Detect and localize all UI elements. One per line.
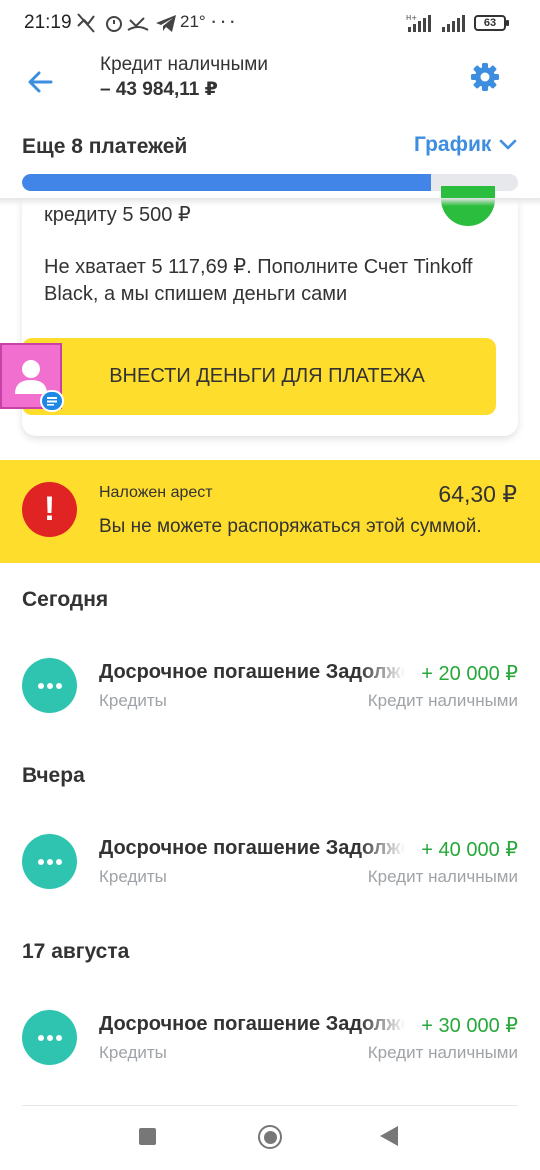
operation-title[interactable]: Досрочное погашение Задолженности [99, 661, 405, 684]
section-date: 17 августа [22, 940, 130, 963]
operation-title[interactable]: Досрочное погашение Задолженности [99, 837, 405, 860]
signal-1-icon: H+ [406, 14, 431, 32]
status-more-icon: ··· [210, 8, 238, 33]
back-button[interactable] [18, 60, 62, 104]
user-avatar-icon [15, 360, 47, 394]
mute-icon [77, 13, 95, 33]
operation-category: Кредиты [99, 691, 167, 710]
operation-amount: + 20 000 ₽ [421, 663, 518, 685]
arrow-left-icon [28, 71, 53, 93]
arrest-description: Вы не можете распоряжаться этой суммой. [99, 516, 482, 537]
section-date: Сегодня [22, 588, 109, 611]
operation-icon [22, 834, 77, 889]
operation-amount: + 30 000 ₽ [421, 1015, 518, 1037]
app-header [0, 46, 540, 116]
nav-back-button[interactable] [380, 1126, 398, 1146]
deposit-money-button[interactable]: ВНЕСТИ ДЕНЬГИ ДЛЯ ПЛАТЕЖА [22, 338, 496, 415]
payments-remaining: Еще 8 платежей [22, 135, 188, 158]
payments-progress-fill [22, 174, 432, 191]
page-title: Кредит наличными [100, 54, 268, 75]
gear-icon [471, 63, 499, 91]
operation-icon [22, 1010, 77, 1065]
section-date: Вчера [22, 764, 85, 787]
operation-category: Кредиты [99, 1043, 167, 1062]
operation-product: Кредит наличными [367, 1043, 518, 1062]
list-divider [22, 1105, 518, 1106]
schedule-label: График [414, 133, 492, 156]
alarm-icon [106, 16, 122, 32]
notice-text-top: кредиту 5 500 ₽ [44, 204, 191, 226]
missed-call-icon [127, 17, 149, 31]
deposit-money-label: ВНЕСТИ ДЕНЬГИ ДЛЯ ПЛАТЕЖА [109, 365, 425, 387]
operation-amount: + 40 000 ₽ [421, 839, 518, 861]
status-temperature: 21° [180, 12, 206, 31]
settings-button[interactable] [462, 54, 508, 100]
schedule-button[interactable]: График [414, 133, 517, 157]
arrest-banner[interactable] [0, 460, 540, 563]
operation-title[interactable]: Досрочное погашение Задолженности [99, 1013, 405, 1036]
signal-2-icon [442, 15, 465, 32]
operation-category: Кредиты [99, 867, 167, 886]
battery-icon: 63 [474, 15, 509, 31]
status-time: 21:19 [24, 12, 72, 33]
telegram-icon [156, 15, 176, 32]
arrest-title: Наложен арест [99, 484, 213, 501]
svg-text:H+: H+ [406, 14, 417, 22]
alert-icon: ! [22, 482, 77, 537]
arrest-amount: 64,30 ₽ [438, 481, 517, 507]
chevron-down-icon [500, 139, 517, 150]
recent-apps-button[interactable] [139, 1128, 156, 1145]
operation-icon [22, 658, 77, 713]
account-balance: – 43 984,11 ₽ [100, 79, 218, 100]
home-button[interactable] [258, 1125, 282, 1149]
message-badge-icon [40, 390, 64, 412]
operation-product: Кредит наличными [367, 867, 518, 886]
notice-text-main: Не хватает 5 117,69 ₽. Пополните Счет Ti… [44, 256, 473, 305]
operation-product: Кредит наличными [367, 691, 518, 710]
